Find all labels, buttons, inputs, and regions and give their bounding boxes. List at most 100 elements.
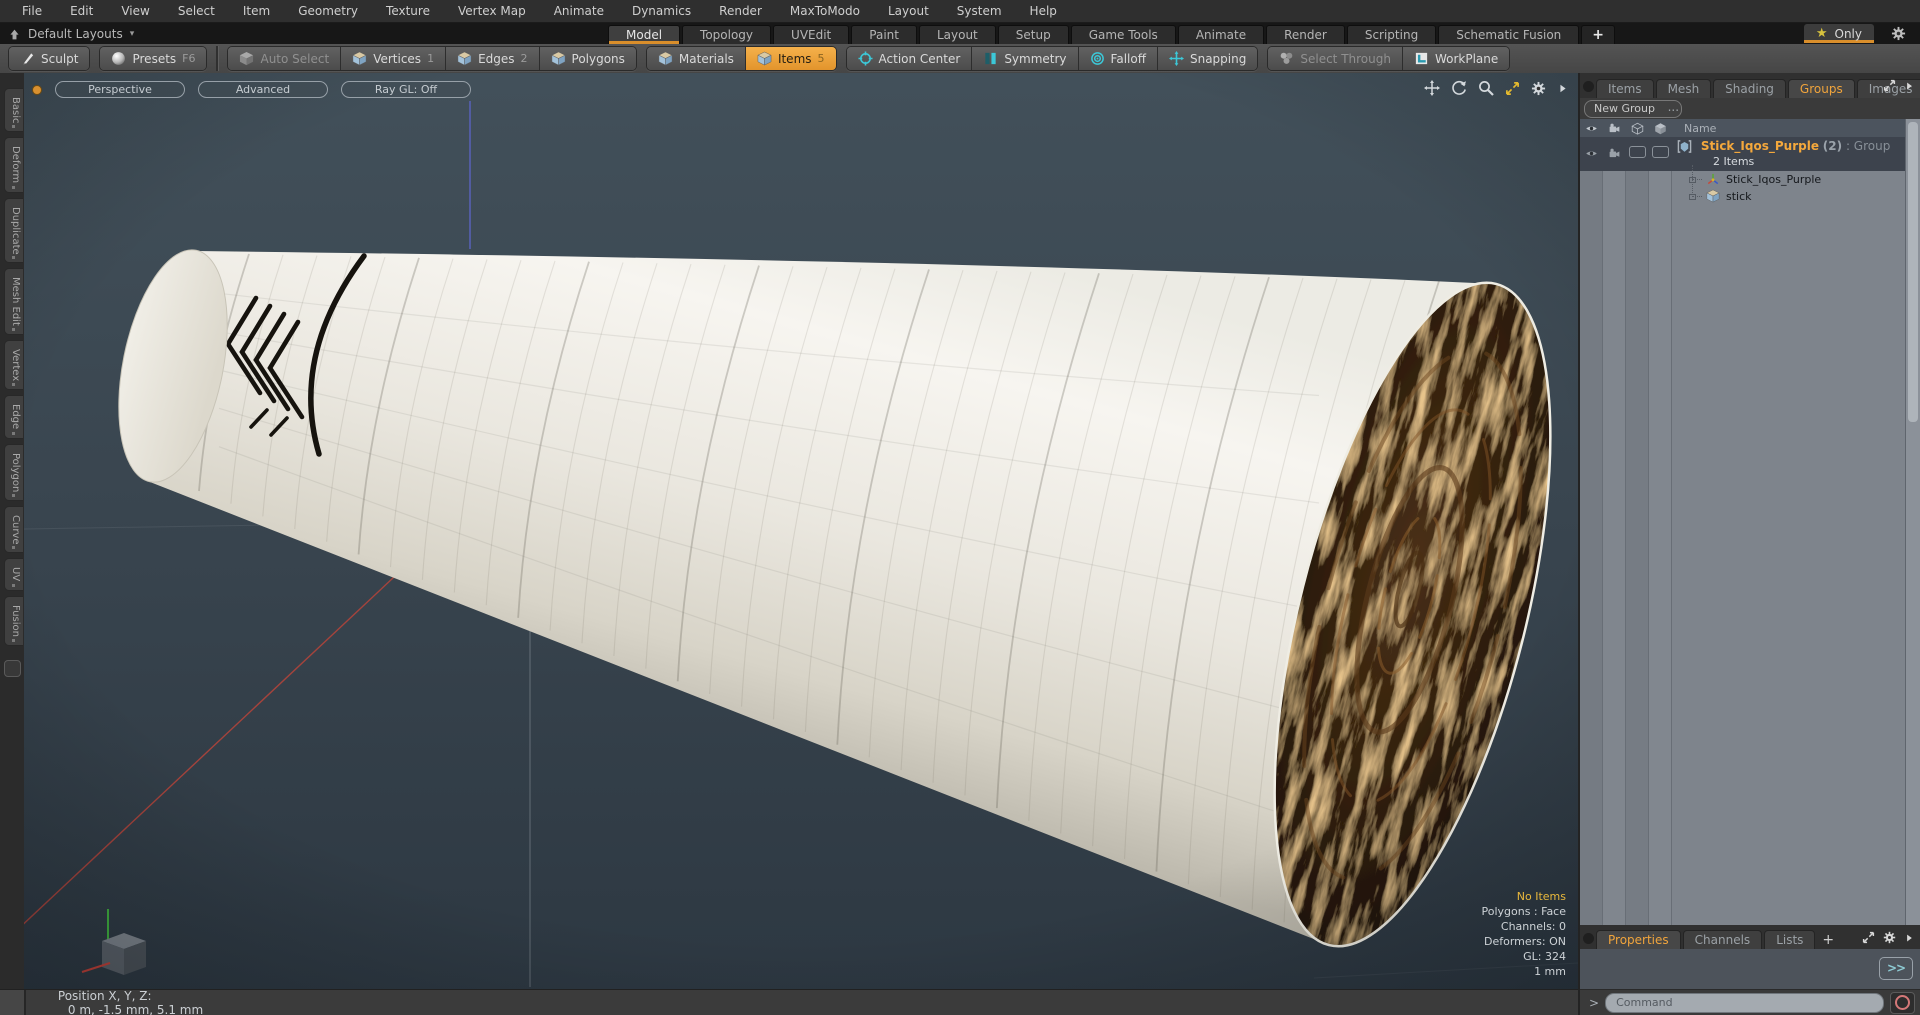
command-history-button[interactable] (1890, 991, 1915, 1014)
tool-tab-edge[interactable]: Edge (4, 395, 23, 439)
tool-tab-deform[interactable]: Deform (4, 137, 23, 193)
tab-animate[interactable]: Animate (1177, 25, 1265, 44)
tree-scrollbar[interactable] (1905, 119, 1920, 925)
tab-paint[interactable]: Paint (851, 25, 917, 44)
tab-scripting[interactable]: Scripting (1346, 25, 1437, 44)
tab-groups[interactable]: Groups (1787, 79, 1855, 98)
tab-model[interactable]: Model (608, 25, 681, 44)
wireframe-toggle-icon[interactable] (1631, 122, 1644, 135)
panel-expand-icon[interactable] (1883, 79, 1896, 92)
tree-item-stick-iqos-purple[interactable]: Stick_Iqos_Purple (1580, 171, 1906, 188)
tab-properties[interactable]: Properties (1596, 930, 1681, 949)
materials-mode-button[interactable]: Materials (646, 47, 746, 70)
group-toggle-checkbox[interactable] (1628, 146, 1646, 158)
layout-gear-icon[interactable] (1891, 26, 1906, 41)
menu-item[interactable]: Item (229, 4, 284, 18)
panel-flyout-icon[interactable] (1904, 81, 1914, 91)
render-toggle-icon[interactable] (1608, 122, 1621, 135)
panel-thumb-icon[interactable] (1583, 933, 1594, 944)
menu-texture[interactable]: Texture (372, 4, 444, 18)
row-render-icon[interactable] (1608, 147, 1621, 160)
edges-mode-button[interactable]: Edges 2 (446, 47, 540, 70)
symmetry-button[interactable]: Symmetry (972, 47, 1079, 70)
panel-expand-icon[interactable] (1862, 931, 1875, 944)
menu-file[interactable]: File (8, 4, 56, 18)
camera-mode-button[interactable]: Perspective (55, 81, 185, 98)
panel-gear-icon[interactable] (1883, 931, 1896, 944)
layout-switcher[interactable]: Default Layouts ▾ (8, 25, 134, 43)
menu-dynamics[interactable]: Dynamics (618, 4, 705, 18)
maximize-icon[interactable] (1505, 81, 1520, 96)
row-eye-icon[interactable] (1585, 147, 1598, 160)
items-mode-button[interactable]: Items 5 (745, 47, 836, 70)
viewport-gear-icon[interactable] (1531, 81, 1546, 96)
menu-animate[interactable]: Animate (540, 4, 618, 18)
add-panel-tab-button[interactable]: + (1817, 931, 1839, 949)
menu-view[interactable]: View (107, 4, 163, 18)
tab-render[interactable]: Render (1266, 25, 1345, 44)
zoom-icon[interactable] (1478, 80, 1494, 96)
3d-scene-canvas[interactable] (24, 73, 1578, 989)
tool-tab-duplicate[interactable]: Duplicate (4, 197, 23, 264)
polygons-mode-button[interactable]: Polygons (539, 47, 636, 70)
tool-tab-polygon[interactable]: Polygon (4, 443, 23, 501)
action-center-button[interactable]: Action Center (846, 47, 973, 70)
tab-schematic-fusion[interactable]: Schematic Fusion (1438, 25, 1580, 44)
shaded-toggle-icon[interactable] (1654, 122, 1667, 135)
snapping-button[interactable]: Snapping (1157, 47, 1258, 70)
scrollbar-thumb[interactable] (1908, 122, 1918, 422)
tool-tab-uv[interactable]: UV (4, 558, 23, 591)
menu-maxtomodo[interactable]: MaxToModo (776, 4, 874, 18)
tab-topology[interactable]: Topology (682, 25, 772, 44)
falloff-button[interactable]: Falloff (1078, 47, 1158, 70)
group-toggle-checkbox[interactable] (1651, 146, 1669, 158)
tree-expand-bullet[interactable] (1689, 177, 1696, 183)
tool-tab-mesh-edit[interactable]: Mesh Edit (4, 268, 23, 336)
select-through-toggle[interactable]: Select Through (1268, 47, 1403, 70)
tab-shading[interactable]: Shading (1713, 79, 1786, 98)
group-row-stick-iqos-purple[interactable]: Stick_Iqos_Purple (2) : Group 2 Items (1580, 137, 1906, 171)
tool-tab-vertex[interactable]: Vertex (4, 340, 23, 391)
presets-button[interactable]: Presets F6 (100, 47, 207, 70)
collapsed-palette-button[interactable] (4, 659, 21, 677)
menu-select[interactable]: Select (164, 4, 229, 18)
pan-icon[interactable] (1424, 80, 1440, 96)
tab-channels[interactable]: Channels (1682, 930, 1763, 949)
panel-thumb-icon[interactable] (1583, 81, 1594, 92)
tree-expand-bullet[interactable] (1689, 194, 1696, 200)
workplane-button[interactable]: WorkPlane (1402, 47, 1510, 70)
tab-uvedit[interactable]: UVEdit (773, 25, 850, 44)
panel-flyout-icon[interactable] (1904, 933, 1914, 943)
menu-render[interactable]: Render (705, 4, 776, 18)
tab-layout[interactable]: Layout (918, 25, 996, 44)
tab-game-tools[interactable]: Game Tools (1070, 25, 1176, 44)
tab-lists[interactable]: Lists (1764, 930, 1816, 949)
tool-tab-fusion[interactable]: Fusion (4, 595, 23, 646)
visibility-eye-icon[interactable] (1585, 122, 1598, 135)
viewport-flyout-icon[interactable] (1557, 83, 1568, 94)
menu-help[interactable]: Help (1016, 4, 1071, 18)
tool-tab-curve[interactable]: Curve (4, 505, 23, 554)
add-layout-tab-button[interactable]: + (1581, 25, 1616, 44)
menu-edit[interactable]: Edit (56, 4, 107, 18)
vertices-mode-button[interactable]: Vertices 1 (341, 47, 447, 70)
command-input[interactable] (1605, 992, 1884, 1013)
menu-geometry[interactable]: Geometry (284, 4, 372, 18)
only-button[interactable]: ★ Only (1803, 24, 1874, 43)
sculpt-button[interactable]: Sculpt (9, 47, 90, 70)
menu-system[interactable]: System (943, 4, 1016, 18)
auto-select-toggle[interactable]: Auto Select (228, 47, 342, 70)
tree-item-stick[interactable]: stick (1580, 188, 1906, 205)
menu-layout[interactable]: Layout (874, 4, 943, 18)
tool-tab-basic[interactable]: Basic (4, 88, 23, 133)
3d-viewport[interactable]: Perspective Advanced Ray GL: Off No Item… (24, 73, 1578, 989)
raygl-mode-button[interactable]: Ray GL: Off (341, 81, 471, 98)
menu-vertex-map[interactable]: Vertex Map (444, 4, 540, 18)
orbit-icon[interactable] (1451, 80, 1467, 96)
overflow-button[interactable]: >> (1879, 957, 1913, 980)
viewport-state-dot[interactable] (32, 84, 42, 95)
tab-mesh[interactable]: Mesh ... (1655, 79, 1712, 114)
shading-mode-button[interactable]: Advanced (198, 81, 328, 98)
tab-items[interactable]: Items (1596, 79, 1654, 98)
tab-setup[interactable]: Setup (997, 25, 1069, 44)
